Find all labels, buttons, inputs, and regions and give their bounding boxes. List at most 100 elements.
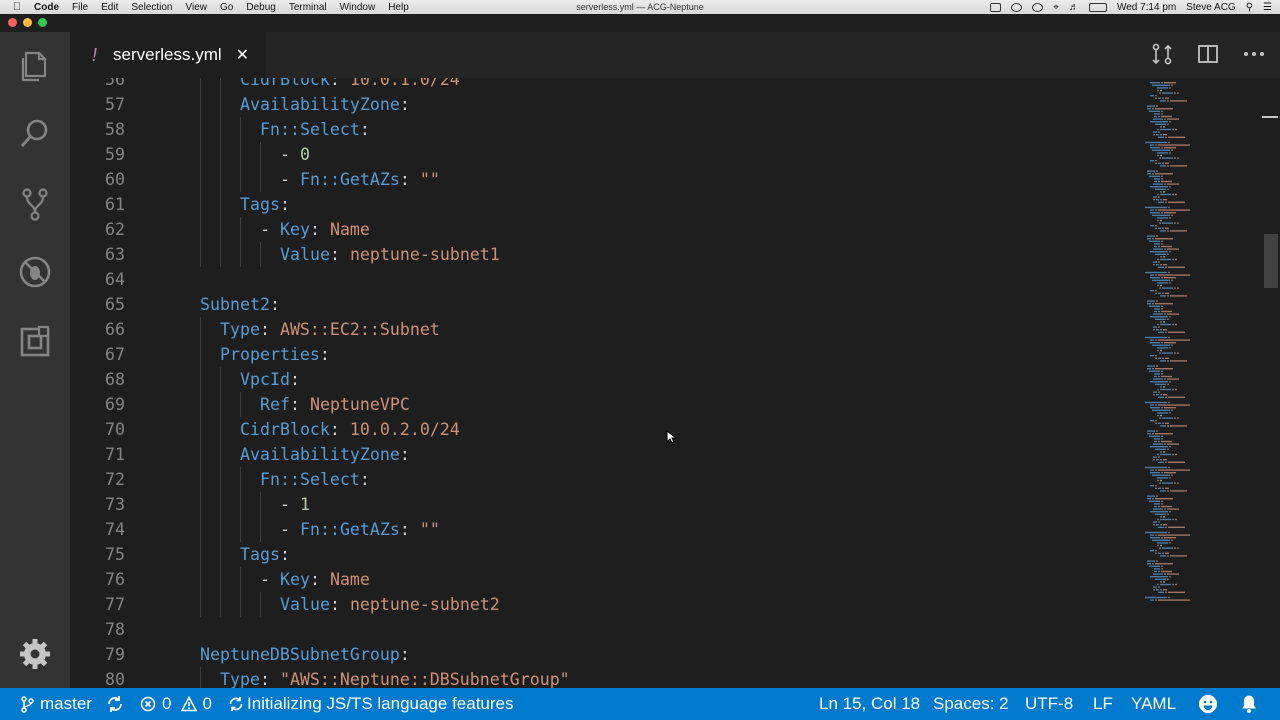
branch-name: master bbox=[40, 694, 92, 713]
indent-guide bbox=[200, 242, 201, 267]
minimap-line bbox=[1161, 537, 1163, 539]
cursor-position[interactable]: Ln 15, Col 18 bbox=[819, 688, 920, 720]
branch-indicator[interactable]: master bbox=[20, 688, 92, 720]
indent-guide bbox=[220, 442, 221, 467]
minimap-line bbox=[1162, 417, 1173, 419]
end-of-line-sequence[interactable]: LF bbox=[1093, 688, 1113, 720]
notification-center-icon[interactable]: ☰ bbox=[1263, 2, 1272, 13]
minimap-line bbox=[1160, 284, 1162, 287]
split-editor-icon[interactable] bbox=[1196, 42, 1220, 71]
menu-debug[interactable]: Debug bbox=[246, 2, 275, 13]
explorer-icon[interactable] bbox=[13, 44, 57, 88]
tab-close-icon[interactable]: ✕ bbox=[236, 45, 249, 65]
menubar-clock[interactable]: Wed 7:14 pm bbox=[1117, 2, 1176, 13]
spotlight-search-icon[interactable]: ⚲ bbox=[1246, 2, 1253, 13]
code-token: Fn::GetAZs bbox=[299, 520, 400, 539]
indent-guide bbox=[220, 192, 221, 217]
code-editor[interactable]: 56 CidrBlock: 10.0.1.0/24 57 AvailabilityZo… bbox=[70, 78, 1280, 688]
minimap-line bbox=[1160, 479, 1162, 482]
menu-edit[interactable]: Edit bbox=[101, 2, 118, 13]
indent-guide bbox=[240, 117, 241, 142]
code-token: "AWS::Neptune::DBSubnetGroup" bbox=[279, 670, 570, 688]
language-server-status[interactable]: Initializing JS/TS language features bbox=[228, 688, 514, 720]
indent-guide bbox=[240, 217, 241, 242]
minimap-line bbox=[1165, 552, 1169, 554]
battery-icon[interactable] bbox=[1088, 2, 1107, 12]
minimap-line bbox=[1160, 394, 1162, 396]
code-line: 58 Fn::Select: bbox=[70, 117, 1130, 142]
indent-guide bbox=[240, 467, 241, 492]
indent-guide bbox=[200, 567, 201, 592]
indentation-setting[interactable]: Spaces: 2 bbox=[933, 688, 1009, 720]
close-window-icon[interactable] bbox=[8, 18, 17, 27]
volume-icon[interactable]: ♬ bbox=[1069, 2, 1079, 13]
minimap-line bbox=[1157, 477, 1168, 479]
search-icon[interactable] bbox=[13, 112, 57, 156]
indent-guide bbox=[200, 217, 201, 242]
apple-menu-icon[interactable]:  bbox=[0, 1, 34, 13]
menubar-user[interactable]: Steve ACG bbox=[1186, 2, 1235, 13]
minimap-line bbox=[1147, 238, 1151, 240]
problems-indicator[interactable]: 0 0 bbox=[140, 688, 212, 720]
scrollbar-thumb[interactable] bbox=[1264, 234, 1278, 288]
minimap-line bbox=[1169, 87, 1171, 89]
feedback-smiley-icon[interactable] bbox=[1198, 688, 1218, 720]
source-control-icon[interactable] bbox=[13, 182, 57, 226]
minimap-line bbox=[1150, 599, 1154, 601]
minimap-line bbox=[1167, 443, 1179, 445]
minimap-line bbox=[1150, 251, 1168, 253]
minimap-line bbox=[1157, 219, 1159, 222]
minimize-window-icon[interactable] bbox=[23, 18, 32, 27]
minimap-line bbox=[1161, 500, 1163, 502]
line-content: AvailabilityZone: bbox=[240, 442, 410, 467]
screen-record-icon[interactable] bbox=[990, 2, 1002, 12]
minimap-line bbox=[1158, 487, 1161, 489]
code-token: Fn::Select bbox=[260, 470, 360, 489]
tab-serverless-yml[interactable]: ! serverless.yml ✕ bbox=[70, 32, 266, 78]
open-changes-icon[interactable] bbox=[1150, 42, 1174, 71]
minimap-line bbox=[1168, 136, 1185, 138]
minimap-line bbox=[1164, 378, 1166, 380]
code-token: - bbox=[260, 570, 280, 589]
minimap-line bbox=[1174, 482, 1176, 484]
line-content: Value: neptune-subnet2 bbox=[280, 592, 500, 617]
menu-terminal[interactable]: Terminal bbox=[289, 2, 327, 13]
more-actions-icon[interactable] bbox=[1242, 42, 1266, 71]
vertical-scrollbar[interactable] bbox=[1260, 78, 1280, 688]
minimap-line bbox=[1145, 401, 1167, 404]
menu-go[interactable]: Go bbox=[220, 2, 233, 13]
menu-help[interactable]: Help bbox=[388, 2, 409, 13]
minimap-line bbox=[1162, 97, 1164, 99]
code-token: - bbox=[280, 170, 300, 189]
line-number: 68 bbox=[105, 370, 125, 389]
menu-file[interactable]: File bbox=[72, 2, 88, 13]
wifi-icon[interactable]: ⌖ bbox=[1053, 2, 1059, 13]
file-encoding[interactable]: UTF-8 bbox=[1025, 688, 1073, 720]
language-mode[interactable]: YAML bbox=[1131, 688, 1176, 720]
minimap-line bbox=[1156, 560, 1158, 562]
code-token: Fn::Select bbox=[260, 120, 360, 139]
minimap-line bbox=[1160, 193, 1171, 196]
menu-app-name[interactable]: Code bbox=[34, 2, 59, 13]
time-machine-icon[interactable] bbox=[1011, 2, 1023, 12]
minimap-line bbox=[1175, 193, 1177, 196]
sync-icon[interactable] bbox=[106, 688, 124, 720]
minimap-line bbox=[1152, 84, 1170, 86]
minimap-line bbox=[1165, 526, 1167, 528]
clock-icon[interactable] bbox=[1032, 2, 1044, 12]
menu-selection[interactable]: Selection bbox=[131, 2, 172, 13]
menu-window[interactable]: Window bbox=[340, 2, 376, 13]
minimap-line bbox=[1177, 547, 1179, 549]
menu-view[interactable]: View bbox=[186, 2, 208, 13]
minimap-line bbox=[1167, 490, 1169, 492]
debug-icon[interactable] bbox=[13, 250, 57, 294]
indent-guide bbox=[200, 317, 201, 342]
notifications-bell-icon[interactable] bbox=[1240, 688, 1258, 720]
minimap[interactable] bbox=[1130, 78, 1260, 688]
minimap-line bbox=[1174, 222, 1176, 224]
minimap-line bbox=[1163, 516, 1165, 518]
settings-gear-icon[interactable] bbox=[13, 632, 57, 676]
zoom-window-icon[interactable] bbox=[38, 18, 47, 27]
minimap-line bbox=[1157, 542, 1168, 544]
extensions-icon[interactable] bbox=[13, 320, 57, 364]
